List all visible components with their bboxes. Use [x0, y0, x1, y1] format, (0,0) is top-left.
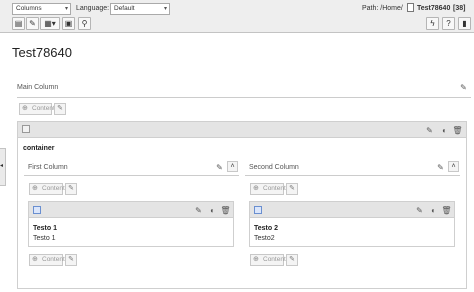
edit-column-icon[interactable]: ✎ [214, 162, 225, 173]
search-button[interactable]: ⚲ [78, 17, 91, 30]
page-id: [38] [453, 5, 466, 12]
content-element-header: ✎ ◐ 🗑 [250, 202, 454, 218]
edit-column-icon[interactable]: ✎ [458, 82, 469, 93]
divider [245, 175, 460, 176]
paste-button[interactable]: ✎ [54, 103, 66, 115]
sidebar-toggle[interactable]: ◂ [0, 148, 6, 186]
divider [24, 175, 239, 176]
page-icon [407, 3, 414, 12]
new-content-button[interactable]: ⊕ Content [29, 183, 65, 195]
collapse-column-button[interactable]: ˄ [448, 161, 459, 172]
bookmark-button[interactable]: ▮ [458, 17, 471, 30]
delete-icon[interactable]: 🗑 [441, 205, 452, 216]
chevron-down-icon: ▾ [64, 6, 68, 12]
element-title: Testo 2 [254, 225, 278, 232]
edit-icon[interactable]: ✎ [424, 125, 435, 136]
clear-cache-button[interactable]: ϟ [426, 17, 439, 30]
chevron-up-icon: ˄ [230, 163, 235, 170]
new-content-split-button[interactable]: ▦▾ [40, 17, 60, 30]
first-column-label: First Column [28, 164, 68, 171]
new-content-button[interactable]: ⊕ Content [19, 103, 55, 115]
toggle-visibility-icon[interactable]: ◐ [207, 205, 218, 216]
new-content-button[interactable]: ⊕ Content [250, 254, 286, 266]
new-content-button[interactable]: ⊕ Content [250, 183, 286, 195]
view-mode-value: Columns [16, 5, 42, 12]
bookmark-icon: ▮ [462, 19, 467, 28]
element-title: Testo 1 [33, 225, 57, 232]
content-button-label: Content [263, 185, 286, 192]
paste-button[interactable]: ✎ [286, 254, 298, 266]
view-icon: ▣ [64, 19, 73, 28]
view-page-button[interactable]: ▣ [62, 17, 75, 30]
save-button[interactable]: ▤ [12, 17, 25, 30]
edit-icon[interactable]: ✎ [414, 205, 425, 216]
text-element-icon [254, 206, 262, 214]
edit-icon: ✎ [29, 19, 36, 28]
element-body: Testo2 [254, 235, 275, 242]
language-label: Language: [76, 5, 110, 12]
add-content-icon: ⊕ [32, 256, 38, 263]
paste-icon: ✎ [289, 256, 295, 263]
view-mode-select[interactable]: Columns ▾ [12, 3, 71, 15]
content-button-label: Content [42, 185, 65, 192]
main-column-label: Main Column [17, 84, 59, 91]
text-element-icon [33, 206, 41, 214]
flash-icon: ϟ [430, 19, 435, 28]
paste-icon: ✎ [68, 256, 74, 263]
chevron-up-icon: ˄ [451, 163, 456, 170]
add-content-icon: ⊕ [253, 185, 259, 192]
content-element-header: ✎ ◐ 🗑 [29, 202, 233, 218]
second-column-label: Second Column [249, 164, 299, 171]
toggle-visibility-icon[interactable]: ◐ [428, 205, 439, 216]
path-label: Path: /Home/ [362, 5, 403, 12]
container-header: ✎ ◐ 🗑 [18, 122, 466, 138]
language-select[interactable]: Default ▾ [110, 3, 170, 15]
delete-icon[interactable]: 🗑 [452, 125, 463, 136]
element-body: Testo 1 [33, 235, 56, 242]
doc-header: Columns ▾ Language: Default ▾ Path: /Hom… [0, 0, 474, 33]
edit-column-icon[interactable]: ✎ [435, 162, 446, 173]
search-icon: ⚲ [81, 19, 88, 28]
paste-icon: ✎ [289, 185, 295, 192]
page-title: Test78640 [12, 45, 72, 60]
delete-icon[interactable]: 🗑 [220, 205, 231, 216]
chevron-left-icon: ◂ [0, 163, 4, 169]
page-name: Test78640 [417, 5, 451, 12]
divider [17, 97, 471, 98]
edit-icon[interactable]: ✎ [193, 205, 204, 216]
paste-button[interactable]: ✎ [286, 183, 298, 195]
new-record-icon: ▦▾ [44, 19, 56, 28]
toggle-visibility-icon[interactable]: ◐ [439, 125, 450, 136]
content-button-label: Content [32, 105, 55, 112]
collapse-column-button[interactable]: ˄ [227, 161, 238, 172]
paste-button[interactable]: ✎ [65, 254, 77, 266]
help-button[interactable]: ? [442, 17, 455, 30]
paste-icon: ✎ [57, 105, 63, 112]
new-content-button[interactable]: ⊕ Content [29, 254, 65, 266]
content-button-label: Content [263, 256, 286, 263]
add-content-icon: ⊕ [32, 185, 38, 192]
content-button-label: Content [42, 256, 65, 263]
chevron-down-icon: ▾ [163, 6, 167, 12]
paste-icon: ✎ [68, 185, 74, 192]
container-type-icon [22, 125, 30, 133]
help-icon: ? [446, 19, 451, 28]
save-icon: ▤ [14, 19, 23, 28]
paste-button[interactable]: ✎ [65, 183, 77, 195]
edit-page-button[interactable]: ✎ [26, 17, 39, 30]
container-title: container [23, 145, 55, 152]
add-content-icon: ⊕ [22, 105, 28, 112]
language-value: Default [114, 5, 135, 12]
add-content-icon: ⊕ [253, 256, 259, 263]
